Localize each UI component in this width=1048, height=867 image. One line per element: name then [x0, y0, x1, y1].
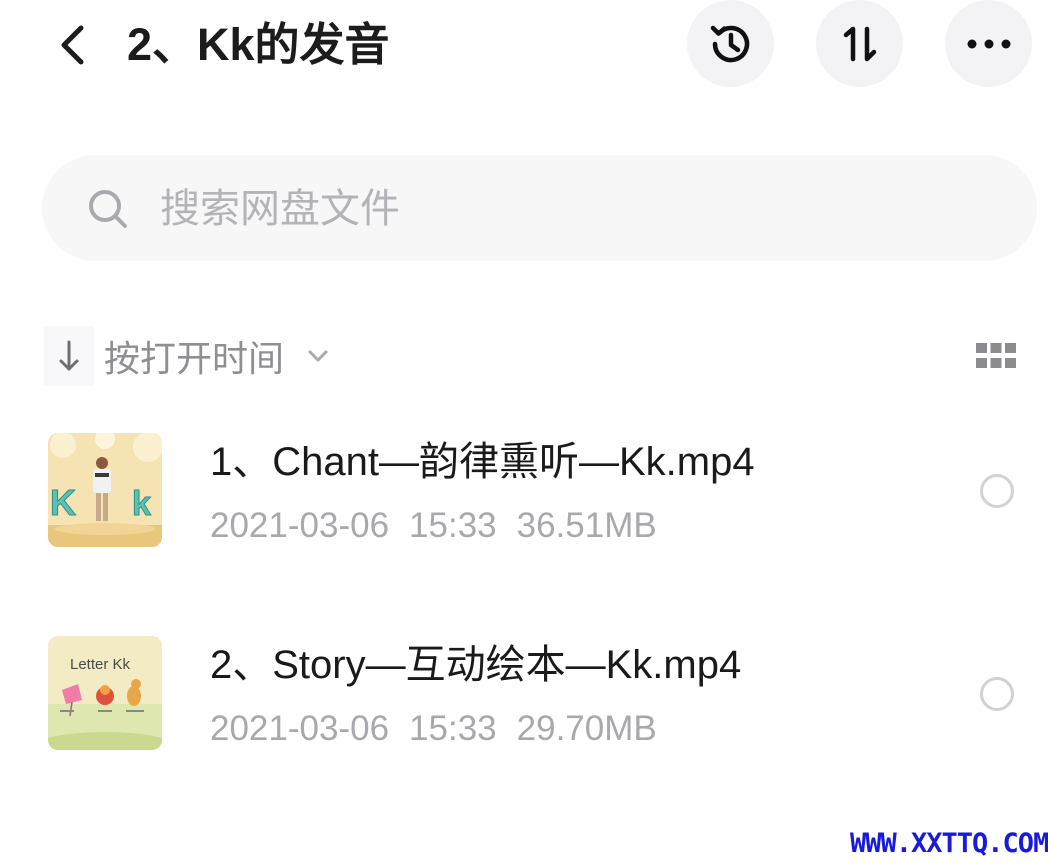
more-button[interactable] — [945, 0, 1032, 87]
thumb-title: Letter Kk — [70, 656, 131, 673]
select-radio[interactable] — [980, 677, 1014, 711]
file-date: 2021-03-06 — [210, 709, 390, 748]
select-radio[interactable] — [980, 474, 1014, 508]
svg-text:K: K — [50, 482, 76, 523]
file-date: 2021-03-06 — [210, 506, 390, 545]
file-name: 2、Story—互动绘本—Kk.mp4 — [210, 643, 742, 687]
chevron-down-icon — [308, 350, 328, 362]
svg-text:k: k — [132, 485, 151, 523]
file-meta: 2021-03-06 15:33 36.51MB — [210, 503, 677, 549]
video-thumbnail: Letter Kk — [48, 636, 162, 750]
arrow-down-icon — [59, 340, 79, 371]
grid-view-icon[interactable] — [974, 340, 1018, 372]
search-input[interactable] — [160, 180, 980, 238]
file-time: 15:33 — [409, 506, 497, 545]
file-time: 15:33 — [409, 709, 497, 748]
page-title: 2、Kk的发音 — [127, 19, 390, 70]
sort-selector[interactable]: 按打开时间 — [44, 326, 330, 386]
file-size: 29.70MB — [516, 709, 657, 748]
chevron-left-icon — [61, 25, 84, 65]
watermark: WWW.XXTTQ.COM — [850, 828, 1048, 859]
sort-direction[interactable] — [44, 326, 94, 386]
history-icon — [710, 25, 749, 62]
file-list-item[interactable]: Letter Kk 2、Story—互动绘本—Kk.mp4 2021-03-06… — [0, 618, 1048, 768]
more-dots-icon — [967, 39, 1010, 48]
file-name: 1、Chant—韵律熏听—Kk.mp4 — [210, 440, 755, 484]
sort-button[interactable] — [816, 0, 903, 87]
file-size: 36.51MB — [516, 506, 657, 545]
search-icon — [89, 190, 127, 228]
video-thumbnail: K k — [48, 433, 162, 547]
history-button[interactable] — [687, 0, 774, 87]
back-button[interactable] — [48, 20, 96, 70]
sort-updown-icon — [843, 26, 876, 61]
file-meta: 2021-03-06 15:33 29.70MB — [210, 706, 677, 752]
sort-label: 按打开时间 — [104, 338, 285, 379]
file-list-item[interactable]: K k 1、Chant—韵律熏听—Kk.mp4 2021-03-06 15:33 3… — [0, 415, 1048, 565]
